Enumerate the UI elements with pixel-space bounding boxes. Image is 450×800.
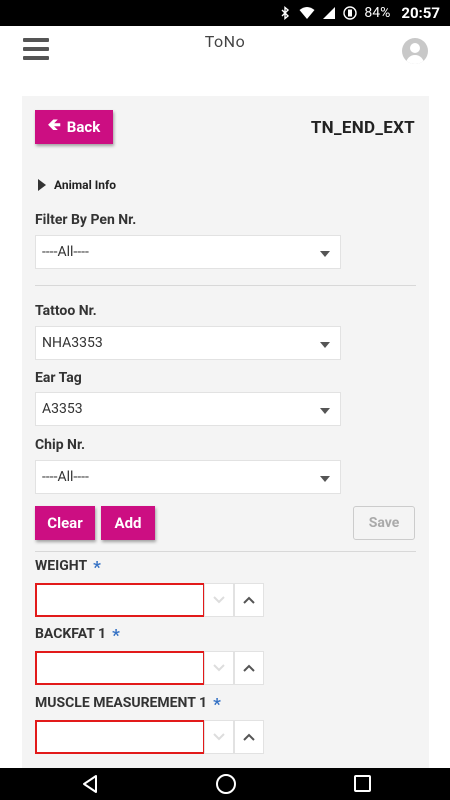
tattoo-select[interactable]: NHA3353 [35, 326, 341, 360]
required-marker: * [213, 695, 221, 715]
status-bar: 84% 20:57 [0, 0, 450, 26]
backfat-label-text: BACKFAT 1 [35, 626, 107, 642]
weight-label-text: WEIGHT [35, 558, 88, 574]
back-button[interactable]: 🡸 Back [35, 110, 113, 144]
muscle-label-text: MUSCLE MEASUREMENT 1 [35, 695, 208, 711]
form-title: TN_END_EXT [310, 118, 415, 138]
form-card: 🡸 Back TN_END_EXT Animal Info Filter By … [22, 96, 429, 768]
filter-pen-value: ----All---- [42, 244, 89, 260]
status-icons: 84% 20:57 [278, 4, 440, 22]
weight-increment-button[interactable] [234, 583, 264, 617]
nav-back-icon[interactable] [80, 774, 100, 794]
app-title: ToNo [204, 32, 246, 51]
divider [35, 551, 416, 552]
weight-label: WEIGHT * [35, 558, 101, 578]
backfat-input[interactable] [35, 651, 205, 685]
backfat-decrement-button[interactable] [204, 651, 234, 685]
weight-input[interactable] [35, 583, 205, 617]
nav-recents-icon[interactable] [354, 775, 371, 792]
wifi-icon [299, 7, 315, 19]
tattoo-value: NHA3353 [42, 335, 103, 351]
dropdown-caret-icon [320, 408, 330, 414]
muscle-increment-button[interactable] [234, 720, 264, 754]
backfat-label: BACKFAT 1 * [35, 626, 120, 646]
no-sim-icon [323, 7, 336, 19]
add-button[interactable]: Add [101, 506, 155, 540]
app-header: ToNo [0, 26, 450, 78]
chip-select[interactable]: ----All---- [35, 460, 341, 494]
dropdown-caret-icon [320, 476, 330, 482]
clock-time: 20:57 [401, 4, 440, 22]
divider [35, 285, 416, 286]
battery-percent: 84% [364, 5, 391, 21]
ear-tag-value: A3353 [42, 401, 83, 417]
muscle-input[interactable] [35, 720, 205, 754]
animal-info-toggle[interactable]: Animal Info [38, 178, 116, 192]
muscle-decrement-button[interactable] [204, 720, 234, 754]
ear-tag-select[interactable]: A3353 [35, 392, 341, 426]
chevron-up-icon [243, 664, 255, 672]
backfat-increment-button[interactable] [234, 651, 264, 685]
back-arrow-icon: 🡸 [47, 114, 61, 134]
chevron-down-icon [213, 596, 225, 604]
ear-tag-label: Ear Tag [35, 370, 82, 386]
expand-triangle-icon [38, 179, 46, 191]
save-button[interactable]: Save [353, 506, 415, 540]
filter-pen-label: Filter By Pen Nr. [35, 212, 137, 228]
muscle-label: MUSCLE MEASUREMENT 1 * [35, 695, 221, 715]
tattoo-label: Tattoo Nr. [35, 303, 97, 319]
nav-home-icon[interactable] [216, 774, 236, 794]
back-button-label: Back [66, 118, 101, 136]
chevron-down-icon [213, 664, 225, 672]
bluetooth-icon [281, 6, 290, 20]
chevron-down-icon [213, 733, 225, 741]
chip-label: Chip Nr. [35, 437, 86, 453]
chevron-up-icon [243, 733, 255, 741]
weight-decrement-button[interactable] [204, 583, 234, 617]
dropdown-caret-icon [320, 251, 330, 257]
chip-value: ----All---- [42, 469, 89, 485]
app-screen: 84% 20:57 ToNo 🡸 Back TN_END_EXT Animal … [0, 0, 450, 800]
required-marker: * [112, 626, 120, 646]
clear-button[interactable]: Clear [35, 506, 95, 540]
battery-saver-icon [343, 6, 358, 20]
chevron-up-icon [243, 596, 255, 604]
dropdown-caret-icon [320, 342, 330, 348]
animal-info-label: Animal Info [54, 178, 117, 192]
required-marker: * [93, 558, 101, 578]
system-nav-bar [0, 768, 450, 800]
user-avatar-icon[interactable] [402, 38, 428, 64]
filter-pen-select[interactable]: ----All---- [35, 235, 341, 269]
